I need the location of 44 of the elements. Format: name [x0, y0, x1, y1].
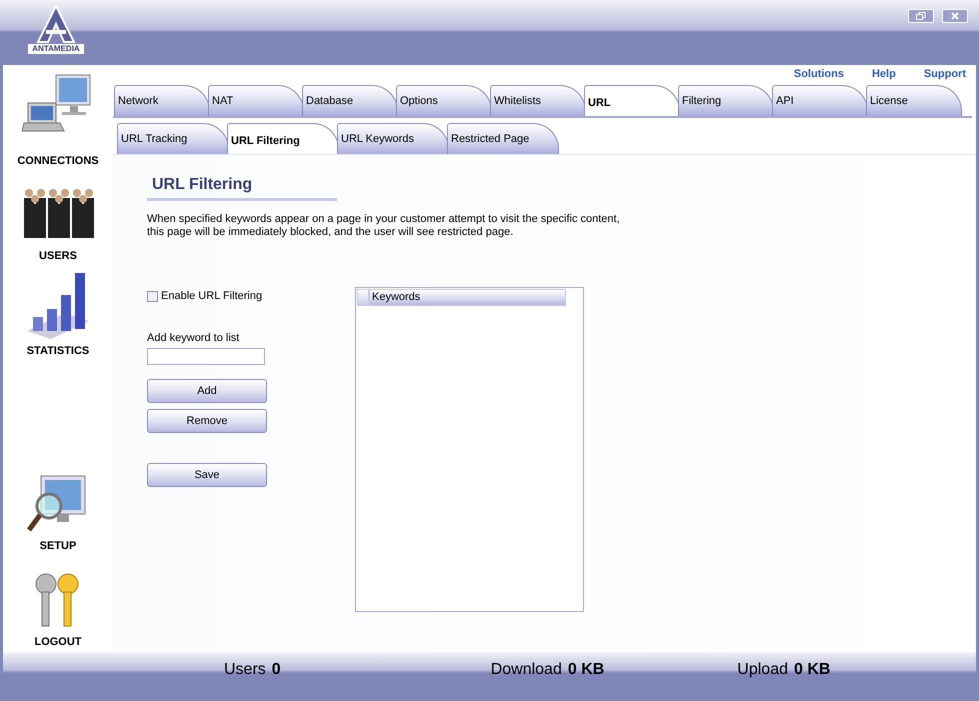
- tab[interactable]: Database: [302, 85, 398, 116]
- close-icon: [951, 12, 959, 20]
- description-text: When specified keywords appear on a page in your customer attempt to visit the specific content, this page will be immediately blocked, and the user will see restricted page.: [147, 213, 621, 239]
- tab[interactable]: Restricted Page: [447, 123, 559, 154]
- sidebar-item[interactable]: STATISTICS: [26, 343, 90, 360]
- bar-chart-icon[interactable]: [25, 271, 91, 342]
- tab[interactable]: Whitelists: [490, 85, 586, 116]
- top-link[interactable]: Solutions: [794, 66, 844, 85]
- tab[interactable]: URL Tracking: [117, 123, 229, 154]
- tab[interactable]: Network: [114, 85, 210, 116]
- tab[interactable]: License: [866, 85, 962, 116]
- sidebar-item[interactable]: SETUP: [40, 538, 76, 555]
- column-header[interactable]: Keywords: [369, 289, 566, 306]
- keyword-input[interactable]: [147, 348, 265, 365]
- top-link[interactable]: Support: [924, 66, 966, 85]
- top-link[interactable]: Help: [872, 66, 896, 85]
- save-button[interactable]: Save: [147, 463, 267, 487]
- logo: ANTAMEDIA: [22, 4, 90, 58]
- close-button[interactable]: [942, 9, 968, 23]
- status-value: 0: [272, 660, 281, 680]
- tab[interactable]: URL Filtering: [227, 123, 339, 154]
- tab[interactable]: URL: [584, 85, 680, 116]
- tab[interactable]: NAT: [208, 85, 304, 116]
- status-label: Download: [490, 660, 562, 680]
- status-label: Users: [224, 660, 266, 680]
- field-label: Add keyword to list: [147, 330, 240, 346]
- restore-button[interactable]: [908, 9, 934, 23]
- checkbox-label[interactable]: Enable URL Filtering: [161, 288, 262, 304]
- section-heading: URL Filtering: [152, 176, 252, 193]
- checkbox[interactable]: [147, 290, 158, 302]
- tab[interactable]: Filtering: [678, 85, 774, 116]
- restore-icon: [916, 12, 926, 20]
- tab[interactable]: API: [772, 85, 868, 116]
- tab[interactable]: URL Keywords: [337, 123, 449, 154]
- action-button[interactable]: Remove: [147, 409, 267, 433]
- sidebar-item[interactable]: LOGOUT: [34, 634, 82, 650]
- sidebar-item[interactable]: USERS: [39, 248, 77, 264]
- status-label: Upload: [737, 660, 788, 680]
- status-value: 0 KB: [794, 660, 830, 680]
- sidebar-item[interactable]: CONNECTIONS: [17, 152, 99, 169]
- status-value: 0 KB: [568, 660, 604, 680]
- column-header-handle: [357, 289, 369, 306]
- action-button[interactable]: Add: [147, 379, 267, 403]
- tab[interactable]: Options: [396, 85, 492, 116]
